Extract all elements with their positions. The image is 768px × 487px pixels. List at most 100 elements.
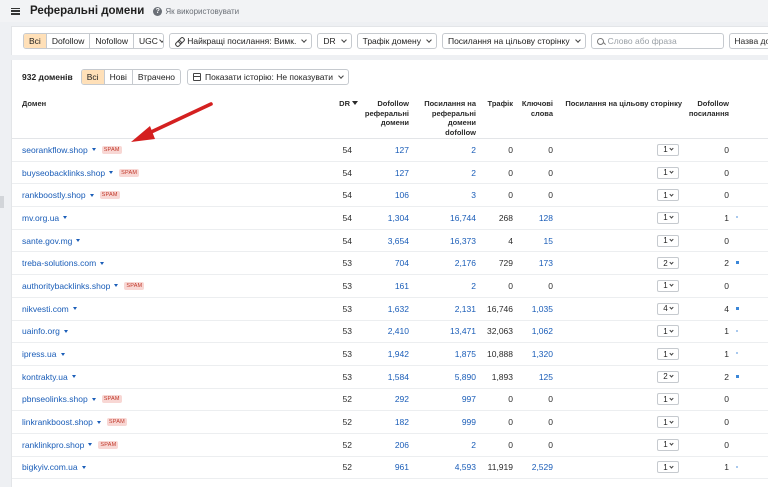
domain-link[interactable]: authoritybacklinks.shop SPAM (22, 275, 145, 297)
column-target-links[interactable]: Посилання на цільову сторінку (561, 99, 682, 109)
target-links-dropdown[interactable]: 2 (657, 370, 679, 383)
column-dofollow-links[interactable]: Dofollow посилання (686, 99, 729, 118)
column-keywords[interactable]: Ключові слова (517, 99, 553, 118)
caret-down-icon[interactable] (63, 329, 68, 333)
caret-down-icon[interactable] (96, 420, 101, 424)
ref-links-link[interactable]: 2,176 (412, 252, 476, 274)
dofollow-domains-link[interactable]: 1,942 (352, 343, 409, 365)
best-links-dropdown[interactable]: Найкращі посилання: Вимк. (169, 33, 313, 49)
tab-new[interactable]: Нові (104, 70, 133, 84)
caret-down-icon[interactable] (100, 261, 105, 265)
dofollow-domains-link[interactable]: 1,584 (352, 366, 409, 388)
caret-down-icon[interactable] (60, 352, 65, 356)
keywords-value[interactable]: 15 (516, 230, 553, 252)
dofollow-domains-link[interactable]: 127 (352, 139, 409, 161)
dofollow-domains-link[interactable]: 704 (352, 252, 409, 274)
keywords-value[interactable]: 1,035 (516, 298, 553, 320)
target-links-dropdown[interactable]: 1 (657, 166, 679, 179)
domain-link[interactable]: nikvesti.com (22, 298, 77, 320)
domain-link[interactable]: linkrankboost.shop SPAM (22, 411, 127, 433)
domain-link[interactable]: kontrakty.ua (22, 366, 76, 388)
search-scope-dropdown[interactable]: Назва домену (729, 33, 768, 49)
dofollow-domains-link[interactable]: 2,410 (352, 321, 409, 343)
caret-down-icon[interactable] (76, 239, 81, 243)
target-links-dropdown[interactable]: 1 (657, 438, 679, 451)
keywords-value[interactable]: 1,320 (516, 343, 553, 365)
domain-link[interactable]: buyseobacklinks.shop SPAM (22, 162, 140, 184)
dofollow-domains-link[interactable]: 182 (352, 411, 409, 433)
column-dofollow-domains[interactable]: Dofollow реферальні домени (362, 99, 409, 128)
domain-link[interactable]: treba-solutions.com (22, 252, 105, 274)
keywords-value[interactable]: 125 (516, 366, 553, 388)
dofollow-domains-link[interactable]: 3,654 (352, 230, 409, 252)
filter-dofollow-button[interactable]: Dofollow (46, 34, 91, 48)
target-links-dropdown[interactable]: 1 (657, 325, 679, 338)
help-icon[interactable]: ? (153, 6, 163, 16)
traffic-dropdown[interactable]: Трафік домену (356, 33, 437, 49)
dofollow-domains-link[interactable]: 206 (352, 434, 409, 456)
filter-ugc-button[interactable]: UGC (134, 34, 164, 48)
ref-links-link[interactable]: 16,744 (412, 207, 476, 229)
column-ref-links[interactable]: Посилання на реферальні домени dofollow (416, 99, 476, 137)
keywords-value[interactable]: 173 (516, 252, 553, 274)
target-links-dropdown[interactable]: 1 (657, 143, 679, 156)
caret-down-icon[interactable] (81, 465, 86, 469)
target-links-dropdown[interactable]: 1 (657, 211, 679, 224)
keywords-value[interactable]: 2,529 (516, 457, 553, 479)
target-links-dropdown[interactable]: 1 (657, 461, 679, 474)
dofollow-domains-link[interactable]: 106 (352, 184, 409, 206)
caret-down-icon[interactable] (114, 284, 119, 288)
history-dropdown[interactable]: Показати історію: Не показувати (187, 69, 349, 85)
ref-links-link[interactable]: 2 (412, 434, 476, 456)
ref-links-link[interactable]: 999 (412, 411, 476, 433)
target-links-dropdown[interactable]: 1 (657, 393, 679, 406)
ref-links-link[interactable]: 2 (412, 275, 476, 297)
ref-links-link[interactable]: 2 (412, 162, 476, 184)
ref-links-link[interactable]: 5,890 (412, 366, 476, 388)
column-domain[interactable]: Домен (22, 99, 46, 109)
ref-links-link[interactable]: 16,373 (412, 230, 476, 252)
domain-link[interactable]: pbnseolinks.shop SPAM (22, 389, 122, 411)
ref-links-link[interactable]: 4,593 (412, 457, 476, 479)
domain-link[interactable]: bigkyiv.com.ua (22, 457, 86, 479)
domain-link[interactable]: rankboostly.shop SPAM (22, 184, 120, 206)
target-links-dropdown[interactable]: 1 (657, 189, 679, 202)
domain-link[interactable]: ranklinkpro.shop SPAM (22, 434, 119, 456)
ref-links-link[interactable]: 2 (412, 139, 476, 161)
target-links-dropdown[interactable]: 1 (657, 234, 679, 247)
filter-nofollow-button[interactable]: Nofollow (90, 34, 135, 48)
target-links-dropdown[interactable]: 2 (657, 257, 679, 270)
dofollow-domains-link[interactable]: 127 (352, 162, 409, 184)
ref-links-link[interactable]: 2,131 (412, 298, 476, 320)
caret-down-icon[interactable] (91, 397, 96, 401)
target-links-dropdown[interactable]: 1 (657, 279, 679, 292)
caret-down-icon[interactable] (109, 171, 114, 175)
keywords-value[interactable]: 1,062 (516, 321, 553, 343)
domain-link[interactable]: ipress.ua (22, 343, 65, 365)
caret-down-icon[interactable] (91, 148, 96, 152)
caret-down-icon[interactable] (88, 443, 93, 447)
caret-down-icon[interactable] (72, 307, 77, 311)
filter-all-button[interactable]: Всі (24, 34, 47, 48)
tab-lost[interactable]: Втрачено (132, 70, 180, 84)
caret-down-icon[interactable] (89, 193, 94, 197)
ref-links-link[interactable]: 3 (412, 184, 476, 206)
search-input[interactable]: Слово або фраза (590, 33, 725, 49)
domain-link[interactable]: seorankflow.shop SPAM (22, 139, 122, 161)
ref-links-link[interactable]: 13,471 (412, 321, 476, 343)
column-traffic[interactable]: Трафік (482, 99, 513, 109)
domain-link[interactable]: mv.org.ua (22, 207, 68, 229)
column-dr[interactable]: DR (312, 99, 358, 109)
tab-all[interactable]: Всі (81, 70, 105, 84)
dofollow-domains-link[interactable]: 961 (352, 457, 409, 479)
side-panel-handle[interactable] (0, 196, 4, 208)
dofollow-domains-link[interactable]: 292 (352, 389, 409, 411)
domain-link[interactable]: sante.gov.mg (22, 230, 81, 252)
caret-down-icon[interactable] (63, 216, 68, 220)
keywords-value[interactable]: 128 (516, 207, 553, 229)
ref-links-link[interactable]: 1,875 (412, 343, 476, 365)
dofollow-domains-link[interactable]: 1,304 (352, 207, 409, 229)
target-links-dropdown[interactable]: 1 (657, 348, 679, 361)
dofollow-domains-link[interactable]: 1,632 (352, 298, 409, 320)
target-links-dropdown[interactable]: 1 (657, 416, 679, 429)
